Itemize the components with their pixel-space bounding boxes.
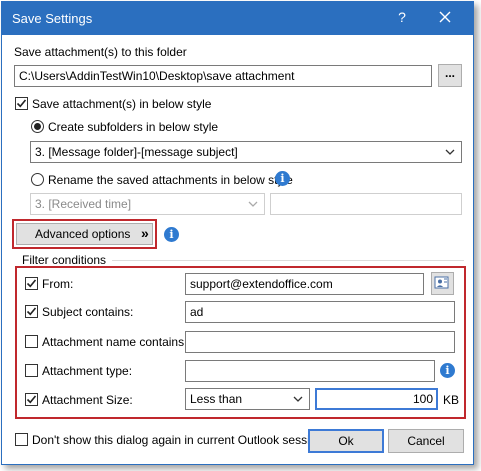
close-icon[interactable] <box>436 8 454 26</box>
title-bar: Save Settings ? <box>2 2 473 35</box>
rename-radio[interactable] <box>31 173 44 186</box>
ok-button[interactable]: Ok <box>308 429 384 453</box>
create-subfolders-radio[interactable] <box>31 120 44 133</box>
from-input[interactable]: support@extendoffice.com <box>185 273 424 295</box>
subject-input[interactable]: ad <box>185 301 455 323</box>
check-icon <box>16 99 27 108</box>
rename-label: Rename the saved attachments in below st… <box>48 173 293 187</box>
rename-style-select[interactable]: 3. [Received time] <box>30 193 265 215</box>
dialog-title: Save Settings <box>12 11 93 26</box>
double-chevron-icon: » <box>141 225 149 241</box>
attachment-type-checkbox[interactable] <box>25 364 38 377</box>
address-book-button[interactable] <box>431 272 454 295</box>
check-icon <box>26 307 37 316</box>
folder-path-input[interactable]: C:\Users\AddinTestWin10\Desktop\save att… <box>14 65 432 87</box>
advanced-options-button[interactable]: Advanced options » <box>16 223 153 245</box>
size-unit-label: KB <box>443 393 460 407</box>
size-operator-select[interactable]: Less than <box>185 388 310 410</box>
from-checkbox[interactable] <box>25 277 38 290</box>
chevron-down-icon <box>248 201 258 207</box>
check-icon <box>26 279 37 288</box>
attachment-type-label: Attachment type: <box>42 364 133 378</box>
info-icon[interactable]: i <box>440 363 455 378</box>
advanced-options-label: Advanced options <box>35 227 131 241</box>
attachment-name-label: Attachment name contains: <box>42 335 188 349</box>
check-icon <box>26 395 37 404</box>
from-label: From: <box>42 277 74 291</box>
save-settings-dialog: Save Settings ? Save attachment(s) to th… <box>1 1 474 465</box>
dont-show-checkbox[interactable] <box>15 433 28 446</box>
info-icon[interactable]: i <box>275 171 290 186</box>
attachment-size-checkbox[interactable] <box>25 393 38 406</box>
subject-label: Subject contains: <box>42 305 134 319</box>
folder-label: Save attachment(s) to this folder <box>14 45 187 59</box>
subject-checkbox[interactable] <box>25 305 38 318</box>
attachment-size-label: Attachment Size: <box>42 393 133 407</box>
attachment-name-checkbox[interactable] <box>25 335 38 348</box>
dont-show-label: Don't show this dialog again in current … <box>32 433 327 447</box>
create-subfolders-label: Create subfolders in below style <box>48 120 219 134</box>
subfolder-style-value: 3. [Message folder]-[message subject] <box>35 145 238 159</box>
save-style-label: Save attachment(s) in below style <box>32 97 212 111</box>
browse-button[interactable]: ... <box>438 64 462 87</box>
rename-style-value: 3. [Received time] <box>35 197 132 211</box>
chevron-down-icon <box>445 149 455 155</box>
rename-text-input[interactable] <box>270 193 462 215</box>
save-style-checkbox[interactable] <box>15 97 28 110</box>
cancel-button[interactable]: Cancel <box>388 429 464 453</box>
chevron-down-icon <box>293 396 303 402</box>
subfolder-style-select[interactable]: 3. [Message folder]-[message subject] <box>30 141 462 163</box>
group-divider <box>112 260 464 261</box>
attachment-name-input[interactable] <box>185 331 455 353</box>
help-icon[interactable]: ? <box>394 9 410 25</box>
size-operator-value: Less than <box>190 392 243 406</box>
info-icon[interactable]: i <box>164 227 179 242</box>
size-value-input[interactable]: 100 <box>315 388 438 410</box>
attachment-type-input[interactable] <box>185 360 435 382</box>
address-book-icon <box>434 276 449 289</box>
filter-group-title: Filter conditions <box>22 253 107 267</box>
